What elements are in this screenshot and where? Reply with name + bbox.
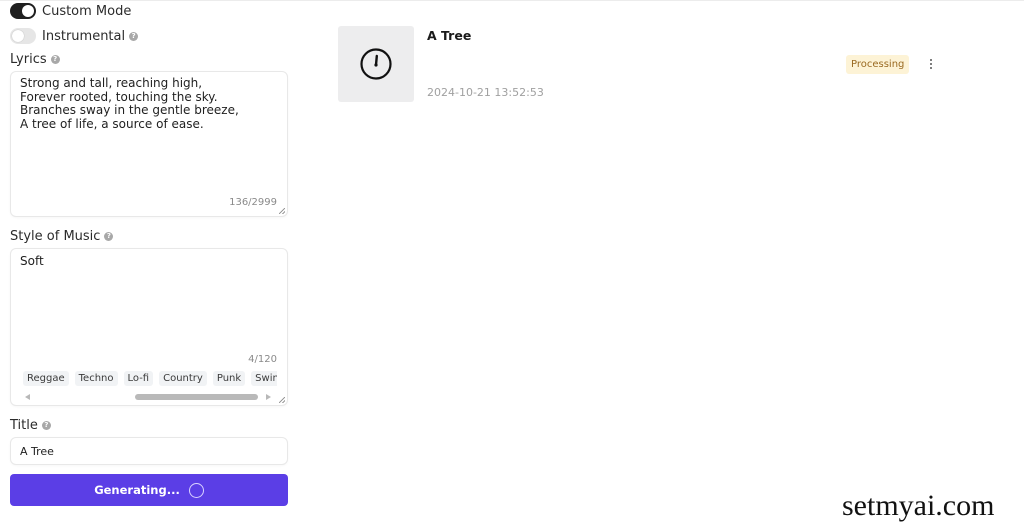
title-input[interactable]: A Tree: [10, 437, 288, 465]
generate-button-label: Generating...: [94, 483, 180, 497]
style-char-counter: 4/120: [248, 354, 277, 365]
song-thumbnail[interactable]: [338, 26, 414, 102]
custom-mode-row: Custom Mode: [10, 0, 288, 22]
toggle-knob: [12, 30, 24, 42]
style-tag[interactable]: Swing: [251, 371, 277, 386]
create-form: Custom Mode Instrumental ? Lyrics ? Stro…: [10, 0, 288, 506]
title-label-row: Title ?: [10, 416, 288, 434]
resize-handle-icon[interactable]: [279, 397, 285, 403]
lyrics-label-row: Lyrics ?: [10, 50, 288, 68]
title-label: Title: [10, 417, 38, 433]
style-tag[interactable]: Reggae: [23, 371, 69, 386]
style-textarea[interactable]: Soft 4/120 Reggae Techno Lo-fi Country P…: [10, 248, 288, 406]
generate-button[interactable]: Generating...: [10, 474, 288, 506]
more-options-icon[interactable]: [926, 57, 936, 71]
scrollbar-thumb[interactable]: [135, 394, 258, 400]
style-tag[interactable]: Punk: [212, 371, 246, 386]
lyrics-label: Lyrics: [10, 51, 47, 67]
instrumental-toggle[interactable]: [10, 28, 36, 44]
help-icon[interactable]: ?: [41, 420, 51, 430]
clock-icon: [360, 48, 392, 80]
title-value[interactable]: A Tree: [20, 445, 54, 458]
style-label-row: Style of Music ?: [10, 227, 288, 245]
status-badge: Processing: [846, 55, 910, 74]
tags-scrollbar[interactable]: [25, 393, 271, 401]
lyrics-textarea[interactable]: Strong and tall, reaching high, Forever …: [10, 71, 288, 217]
scroll-right-icon[interactable]: [266, 394, 271, 400]
instrumental-label: Instrumental: [42, 28, 126, 44]
style-tag[interactable]: Techno: [74, 371, 118, 386]
style-value[interactable]: Soft: [20, 254, 44, 268]
help-icon[interactable]: ?: [104, 231, 114, 241]
scroll-left-icon[interactable]: [25, 394, 30, 400]
style-tag[interactable]: Lo-fi: [123, 371, 154, 386]
custom-mode-label: Custom Mode: [42, 3, 132, 19]
style-label: Style of Music: [10, 228, 101, 244]
loading-spinner-icon: [188, 482, 204, 498]
resize-handle-icon[interactable]: [279, 208, 285, 214]
song-date: 2024-10-21 13:52:53: [427, 86, 544, 99]
help-icon[interactable]: ?: [50, 54, 60, 64]
lyrics-value[interactable]: Strong and tall, reaching high, Forever …: [20, 76, 279, 131]
style-tag[interactable]: Country: [159, 371, 207, 386]
style-tags: Reggae Techno Lo-fi Country Punk Swing: [23, 371, 277, 386]
custom-mode-toggle[interactable]: [10, 3, 36, 19]
song-title[interactable]: A Tree: [427, 28, 471, 43]
toggle-knob: [22, 5, 34, 17]
help-icon[interactable]: ?: [129, 31, 139, 41]
lyrics-char-counter: 136/2999: [229, 197, 277, 208]
instrumental-row: Instrumental ?: [10, 25, 288, 47]
watermark: setmyai.com: [842, 489, 995, 522]
